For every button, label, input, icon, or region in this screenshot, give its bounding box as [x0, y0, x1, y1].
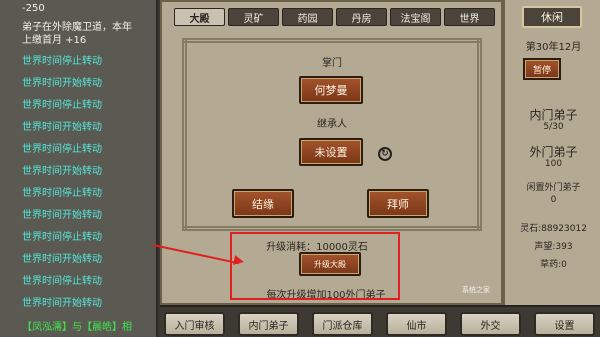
frame-decoration — [182, 226, 482, 231]
nav-immortal-market[interactable]: 仙市 — [386, 312, 447, 336]
outer-disciples-value: 100 — [544, 159, 563, 169]
master-name-button[interactable]: 何梦曼 — [299, 76, 363, 104]
tab-alchemy-room[interactable]: 丹房 — [336, 8, 387, 26]
log-top-value: -250 — [22, 3, 45, 14]
nav-sect-warehouse[interactable]: 门派仓库 — [312, 312, 373, 336]
successor-label: 继承人 — [317, 119, 347, 130]
watermark: 系统之家 — [462, 286, 490, 294]
log-status-line: 世界时间停止转动 — [22, 276, 102, 287]
frame-decoration — [182, 38, 482, 43]
bond-button[interactable]: 结缘 — [232, 189, 294, 218]
log-status-line: 世界时间停止转动 — [22, 232, 102, 243]
frame-decoration — [477, 38, 482, 230]
nav-inner-disciples[interactable]: 内门弟子 — [238, 312, 299, 336]
log-status-line: 世界时间开始转动 — [22, 122, 102, 133]
tab-herb-garden[interactable]: 药园 — [282, 8, 333, 26]
log-status-line: 世界时间停止转动 — [22, 188, 102, 199]
tab-bar: 大殿 灵矿 药园 丹房 法宝阁 世界 — [174, 8, 498, 26]
game-date: 第30年12月 — [525, 42, 582, 53]
master-label: 掌门 — [322, 58, 342, 69]
frame-decoration — [182, 38, 187, 230]
log-status-line: 世界时间开始转动 — [22, 298, 102, 309]
annotation-arrow-head — [233, 255, 245, 267]
log-event-line: 上缴首月 +16 — [22, 35, 87, 46]
tab-spirit-mine[interactable]: 灵矿 — [228, 8, 279, 26]
side-panel: 休闲 第30年12月 暂停 内门弟子 5/30 外门弟子 100 闲置外门弟子 … — [503, 0, 600, 305]
tab-hall[interactable]: 大殿 — [174, 8, 225, 26]
tab-treasure-pavilion[interactable]: 法宝阁 — [390, 8, 441, 26]
nav-settings[interactable]: 设置 — [534, 312, 595, 336]
log-status-line: 世界时间开始转动 — [22, 254, 102, 265]
pause-button[interactable]: 暂停 — [523, 58, 561, 80]
log-status-line: 世界时间停止转动 — [22, 144, 102, 155]
message-log[interactable]: -250 弟子在外除魔卫道，本年 上缴首月 +16 世界时间停止转动 世界时间开… — [0, 0, 158, 337]
reputation-count: 声望:393 — [534, 242, 573, 252]
log-event-line: 弟子在外除魔卫道，本年 — [22, 22, 132, 33]
nav-entry-review[interactable]: 入门审核 — [164, 312, 225, 336]
log-status-line: 世界时间开始转动 — [22, 210, 102, 221]
bottom-nav: 入门审核 内门弟子 门派仓库 仙市 外交 设置 — [160, 305, 600, 337]
apprentice-button[interactable]: 拜师 — [367, 189, 429, 218]
outer-disciples-label: 外门弟子 — [529, 145, 578, 159]
log-last-line: 【凤泓濡】与【晨皓】相 — [22, 322, 132, 333]
idle-outer-label: 闲置外门弟子 — [526, 183, 581, 193]
tab-world[interactable]: 世界 — [444, 8, 495, 26]
highlight-box — [230, 232, 400, 300]
idle-button[interactable]: 休闲 — [522, 6, 582, 28]
log-status-line: 世界时间停止转动 — [22, 56, 102, 67]
nav-diplomacy[interactable]: 外交 — [460, 312, 521, 336]
herb-count: 草药:0 — [540, 260, 567, 270]
log-status-line: 世界时间开始转动 — [22, 166, 102, 177]
idle-outer-value: 0 — [550, 195, 557, 205]
log-status-line: 世界时间开始转动 — [22, 78, 102, 89]
cycle-icon[interactable]: ↻ — [378, 147, 392, 161]
successor-button[interactable]: 未设置 — [299, 138, 363, 166]
inner-disciples-value: 5/30 — [543, 122, 564, 132]
hall-panel: 大殿 灵矿 药园 丹房 法宝阁 世界 掌门 何梦曼 继承人 未设置 ↻ 结缘 拜… — [160, 0, 503, 305]
spirit-stone-count: 灵石:88923012 — [520, 224, 587, 234]
inner-disciples-label: 内门弟子 — [529, 108, 578, 122]
log-status-line: 世界时间停止转动 — [22, 100, 102, 111]
